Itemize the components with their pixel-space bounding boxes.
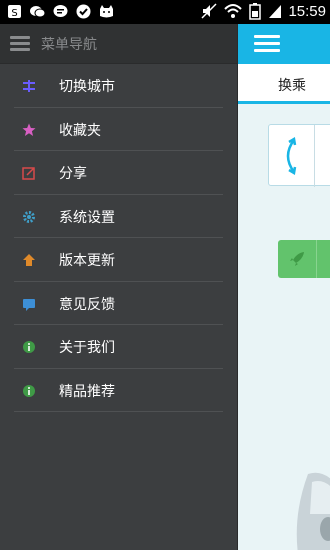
menu-toggle-icon[interactable]	[254, 35, 280, 53]
svg-text:S: S	[11, 8, 17, 19]
notification-icons: S	[6, 3, 115, 20]
wechat-icon	[29, 3, 46, 20]
menu-item-label: 收藏夹	[59, 122, 101, 139]
hamburger-icon[interactable]	[10, 36, 30, 52]
route-divider	[314, 125, 315, 187]
recommend-icon	[23, 384, 35, 397]
menu-item-switch-city[interactable]: 切换城市	[0, 64, 237, 108]
search-route-button[interactable]	[278, 240, 330, 278]
drawer-title: 菜单导航	[41, 37, 97, 53]
tab-label: 换乘	[278, 78, 306, 94]
gear-icon	[23, 210, 35, 223]
menu-item-label: 分享	[59, 166, 87, 182]
app-bar	[238, 24, 330, 64]
menu-item-about-us[interactable]: 关于我们	[0, 325, 237, 369]
notification-icon: S	[6, 3, 23, 20]
message-icon	[52, 3, 69, 20]
drawer-header: 菜单导航	[0, 24, 237, 64]
drawer-menu: 切换城市 收藏夹 分享 系统设置 版本更新 意见反馈 关于我们 精品推荐	[0, 64, 237, 412]
menu-item-label: 精品推荐	[59, 383, 115, 400]
menu-item-share[interactable]: 分享	[0, 151, 237, 195]
status-bar: S 15:59	[0, 0, 330, 24]
check-icon	[75, 3, 92, 20]
upload-icon	[23, 254, 35, 266]
menu-item-label: 关于我们	[59, 340, 115, 356]
wifi-icon	[224, 4, 243, 18]
clock: 15:59	[288, 2, 326, 20]
system-icons: 15:59	[200, 2, 326, 20]
menu-item-label: 切换城市	[59, 79, 115, 95]
menu-item-feedback[interactable]: 意见反馈	[0, 282, 237, 326]
car-illustration	[296, 472, 330, 550]
tab-indicator	[238, 101, 330, 104]
navigation-drawer: 菜单导航 切换城市 收藏夹 分享 系统设置 版本更新 意见反馈 关于我们 精品推…	[0, 24, 238, 550]
menu-item-label: 版本更新	[59, 253, 115, 269]
button-divider	[316, 240, 317, 278]
menu-item-recommend[interactable]: 精品推荐	[0, 369, 237, 413]
cat-icon	[98, 3, 115, 20]
star-icon	[22, 123, 36, 136]
mute-icon	[201, 3, 217, 19]
menu-item-settings[interactable]: 系统设置	[0, 195, 237, 239]
signal-icon	[269, 5, 282, 18]
main-content: 换乘	[238, 24, 330, 550]
menu-item-version-update[interactable]: 版本更新	[0, 238, 237, 282]
menu-item-favorites[interactable]: 收藏夹	[0, 108, 237, 152]
tab-bar: 换乘	[238, 64, 330, 104]
info-icon	[23, 341, 35, 353]
rocket-icon	[290, 252, 304, 266]
switch-city-icon	[23, 80, 35, 92]
share-icon	[22, 167, 35, 180]
tab-transfer[interactable]: 换乘	[238, 64, 330, 104]
swap-direction-icon[interactable]	[280, 136, 304, 176]
feedback-icon	[23, 298, 35, 311]
route-input-box	[268, 124, 330, 187]
menu-item-label: 意见反馈	[59, 296, 115, 313]
battery-icon	[249, 3, 262, 20]
menu-item-label: 系统设置	[59, 209, 115, 226]
